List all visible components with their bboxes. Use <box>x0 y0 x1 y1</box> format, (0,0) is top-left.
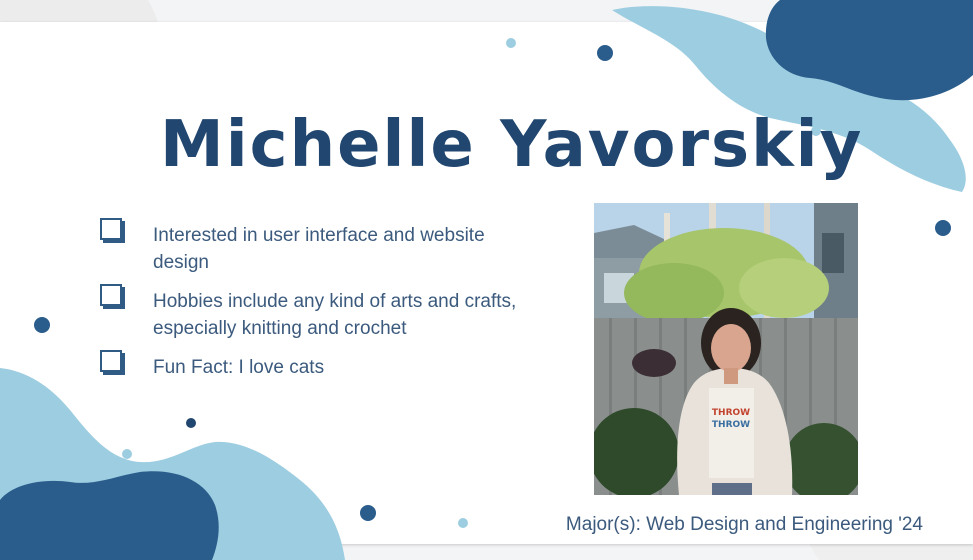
bullet-text: Hobbies include any kind of arts and cra… <box>153 291 517 339</box>
dot-dark <box>186 418 196 428</box>
portrait-illustration: THROW THROW <box>594 203 858 495</box>
checkbox-icon <box>100 218 122 240</box>
major-caption[interactable]: Major(s): Web Design and Engineering '24 <box>566 514 923 536</box>
photo-house-right-window <box>822 233 844 273</box>
photo-person-shirt <box>709 388 754 478</box>
slide-stage: Michelle Yavorskiy Interested in user in… <box>0 0 973 560</box>
photo-foliage <box>624 263 724 323</box>
dot-light <box>506 38 516 48</box>
dot-dark <box>360 505 376 521</box>
bullet-text: Interested in user interface and website… <box>153 225 485 273</box>
photo-shirt-print: THROW <box>712 420 750 430</box>
dot-light <box>458 518 468 528</box>
photo-person-neck <box>724 368 738 384</box>
dot-light <box>122 449 132 459</box>
slide-title[interactable]: Michelle Yavorskiy <box>160 100 863 190</box>
bullet-item[interactable]: Fun Fact: I love cats <box>100 350 530 381</box>
bullet-text: Fun Fact: I love cats <box>153 357 325 378</box>
dark-blue-blob-bottom-left <box>0 471 219 560</box>
photo-plant <box>632 349 676 377</box>
dot-dark <box>597 45 613 61</box>
checkbox-icon <box>100 350 122 372</box>
bullet-item[interactable]: Hobbies include any kind of arts and cra… <box>100 284 530 342</box>
photo-person-jeans <box>712 483 752 495</box>
checkbox-icon <box>100 284 122 306</box>
dot-dark <box>935 220 951 236</box>
portrait-photo[interactable]: THROW THROW <box>594 203 858 495</box>
photo-person-face <box>711 324 751 372</box>
dot-dark <box>34 317 50 333</box>
photo-foliage <box>739 258 829 318</box>
bullet-item[interactable]: Interested in user interface and website… <box>100 218 530 276</box>
bullet-list: Interested in user interface and website… <box>100 218 530 393</box>
photo-shirt-print: THROW <box>712 408 750 418</box>
